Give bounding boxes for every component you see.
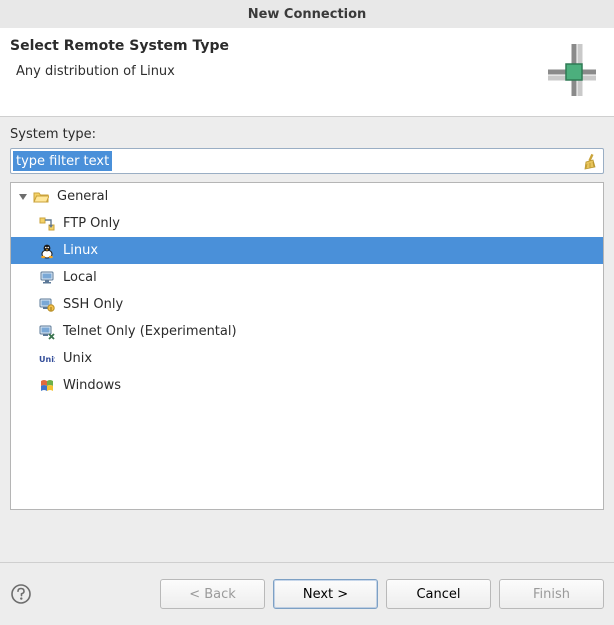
tree-group-general[interactable]: General	[11, 183, 603, 210]
expand-toggle-icon[interactable]	[17, 191, 29, 203]
help-button[interactable]	[10, 583, 32, 605]
tree-item-local[interactable]: Local	[11, 264, 603, 291]
telnet-icon	[39, 324, 55, 340]
next-button[interactable]: Next >	[273, 579, 378, 609]
back-button[interactable]: < Back	[160, 579, 265, 609]
clear-filter-icon[interactable]	[581, 152, 599, 170]
tree-item-telnet[interactable]: Telnet Only (Experimental)	[11, 318, 603, 345]
unix-icon: Unix	[39, 351, 55, 367]
tree-item-label: SSH Only	[63, 297, 123, 312]
local-icon	[39, 270, 55, 286]
system-type-tree[interactable]: General FTP Only	[10, 182, 604, 510]
ftp-icon	[39, 216, 55, 232]
tree-item-unix[interactable]: Unix Unix	[11, 345, 603, 372]
tree-item-linux[interactable]: Linux	[11, 237, 603, 264]
banner-heading: Select Remote System Type	[10, 38, 600, 54]
tree-item-label: Local	[63, 270, 97, 285]
folder-open-icon	[33, 189, 49, 205]
tree-item-label: Linux	[63, 243, 98, 258]
help-icon	[10, 583, 32, 605]
window-title: New Connection	[248, 7, 367, 22]
wizard-footer: < Back Next > Cancel Finish	[0, 563, 614, 625]
finish-button[interactable]: Finish	[499, 579, 604, 609]
ssh-icon	[39, 297, 55, 313]
windows-icon	[39, 378, 55, 394]
footer-gap	[0, 514, 614, 562]
filter-row: type filter text	[10, 148, 604, 174]
titlebar: New Connection	[0, 0, 614, 28]
linux-icon	[39, 243, 55, 259]
wizard-banner: Select Remote System Type Any distributi…	[0, 28, 614, 117]
wizard-window: New Connection Select Remote System Type…	[0, 0, 614, 625]
connection-icon	[544, 42, 600, 98]
tree-group-label: General	[57, 189, 108, 204]
wizard-body: System type: type filter text	[0, 117, 614, 514]
tree-item-label: Telnet Only (Experimental)	[63, 324, 237, 339]
banner-description: Any distribution of Linux	[10, 64, 600, 79]
filter-input[interactable]	[11, 149, 577, 173]
svg-text:Unix: Unix	[39, 355, 55, 364]
tree-item-label: Windows	[63, 378, 121, 393]
system-type-label: System type:	[10, 127, 604, 142]
tree-item-ftp[interactable]: FTP Only	[11, 210, 603, 237]
tree-item-windows[interactable]: Windows	[11, 372, 603, 399]
tree-item-ssh[interactable]: SSH Only	[11, 291, 603, 318]
tree-item-label: FTP Only	[63, 216, 120, 231]
cancel-button[interactable]: Cancel	[386, 579, 491, 609]
tree-item-label: Unix	[63, 351, 92, 366]
